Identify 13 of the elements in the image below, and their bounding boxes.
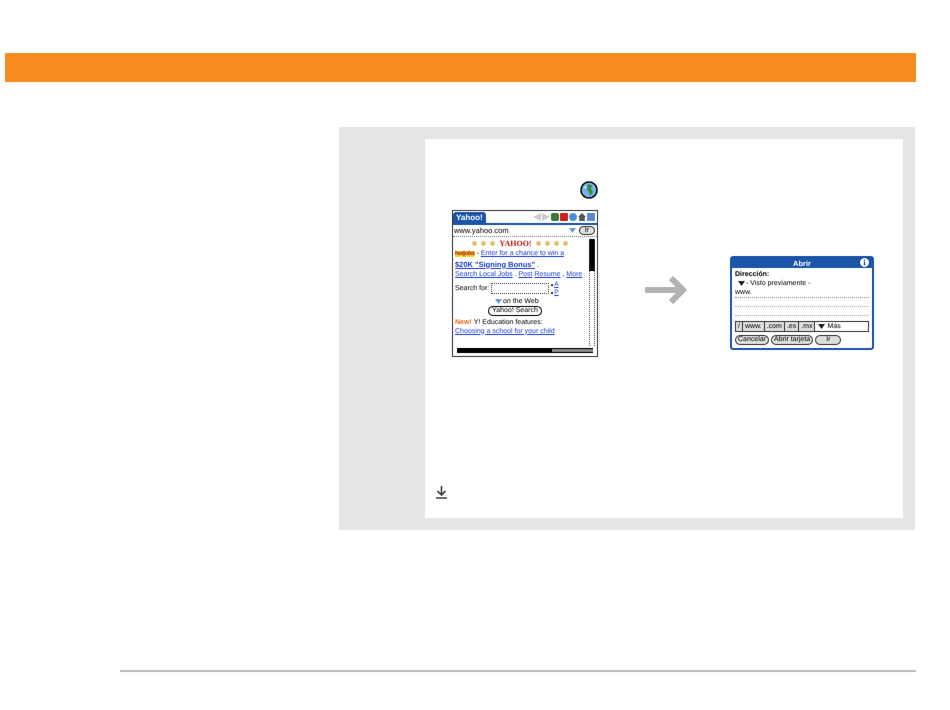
caret-icon — [495, 298, 502, 304]
caret-icon — [818, 324, 826, 329]
right-arrow-icon — [645, 275, 689, 305]
caret-icon — [738, 281, 745, 286]
dropdown-icon[interactable] — [568, 228, 576, 233]
yahoo-logo: YAHOO! — [499, 239, 532, 248]
scrollbar[interactable] — [589, 239, 595, 346]
info-icon[interactable] — [860, 258, 869, 267]
download-arrow-icon — [435, 486, 448, 499]
search-field[interactable] — [491, 283, 550, 294]
home-icon[interactable] — [578, 213, 586, 221]
scrollbar[interactable] — [457, 348, 593, 353]
browser-tab[interactable]: Yahoo! — [453, 212, 486, 224]
